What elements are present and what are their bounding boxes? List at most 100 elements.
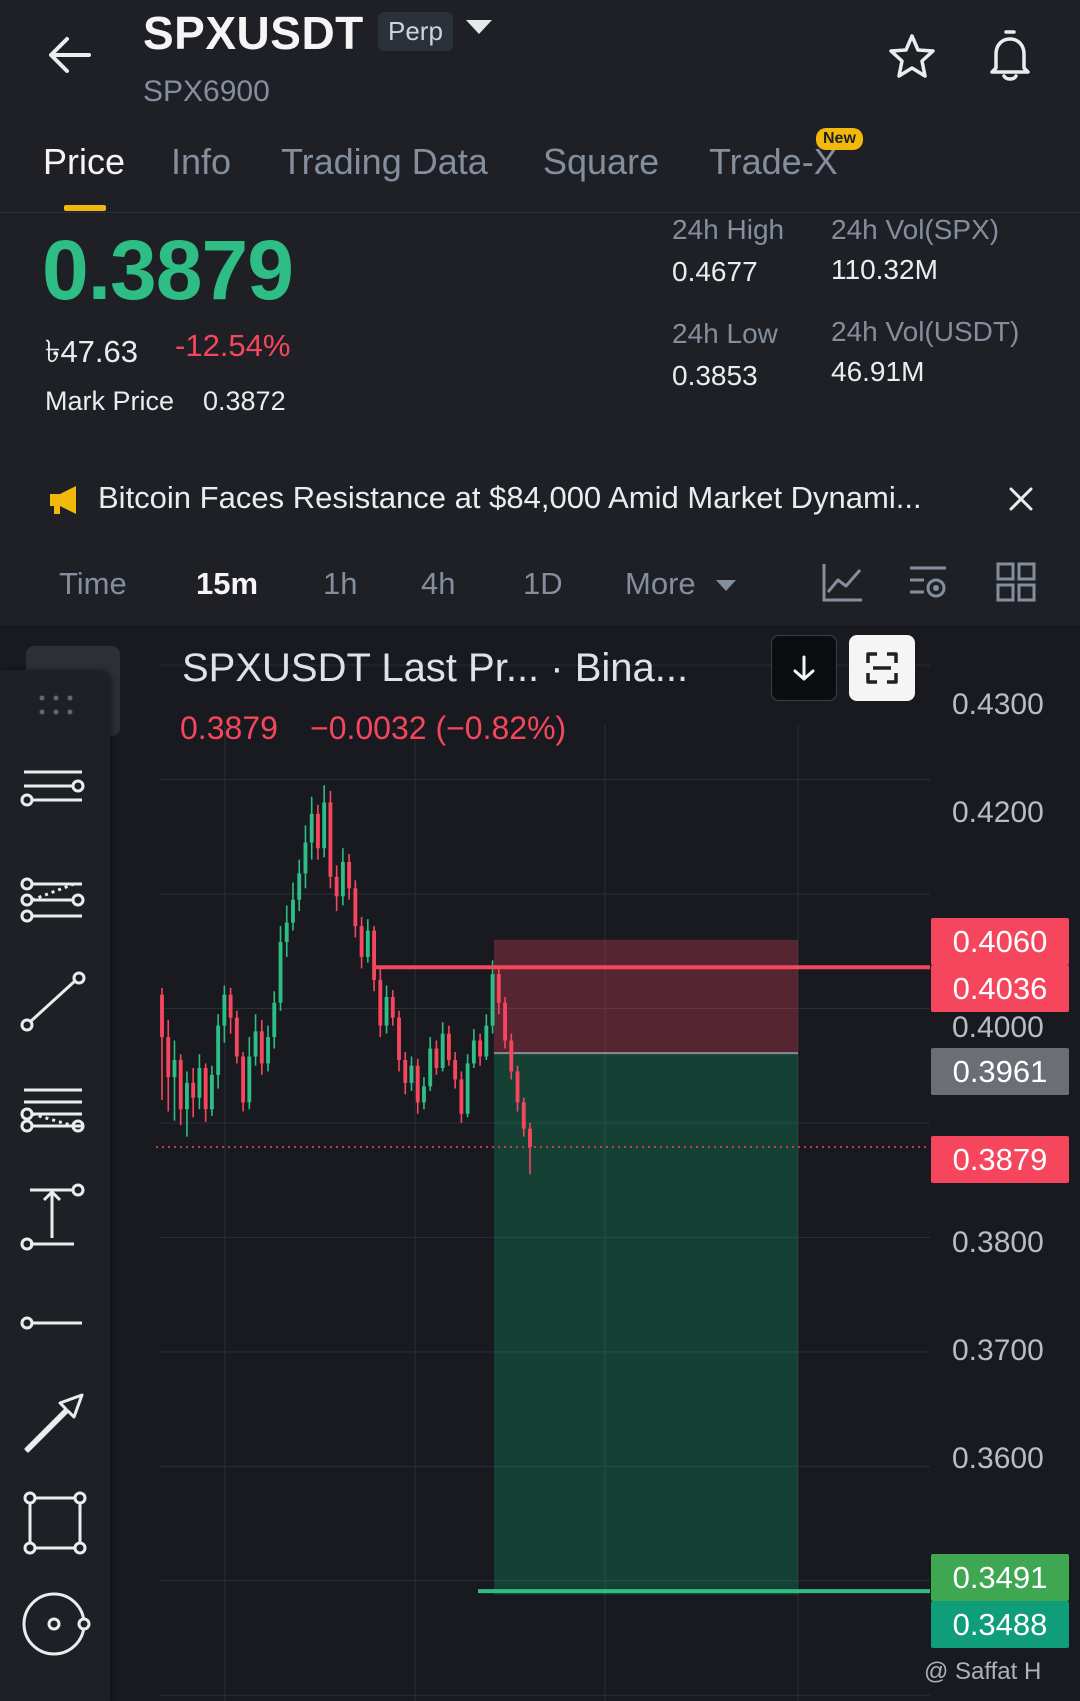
candle-body xyxy=(216,1025,221,1075)
symbol-title[interactable]: SPXUSDT xyxy=(143,6,364,60)
drag-handle-icon[interactable] xyxy=(36,690,76,720)
candle-body xyxy=(471,1040,476,1064)
interval-1h[interactable]: 1h xyxy=(323,566,357,602)
candle-body xyxy=(160,994,164,1038)
tab-price[interactable]: Price xyxy=(43,141,125,183)
horizontal-ray-tool-icon[interactable] xyxy=(18,760,92,834)
candle-body xyxy=(253,1031,258,1057)
bell-icon[interactable] xyxy=(982,28,1038,84)
candle-body xyxy=(284,922,289,943)
candle-body xyxy=(197,1067,202,1098)
high-label: 24h High xyxy=(672,214,785,245)
news-headline[interactable]: Bitcoin Faces Resistance at $84,000 Amid… xyxy=(98,480,922,516)
horizontal-line-tool-icon[interactable] xyxy=(18,1288,92,1362)
volume-base-label: 24h Vol(SPX) xyxy=(831,214,1000,245)
scroll-down-button[interactable] xyxy=(771,635,837,701)
candle-body xyxy=(503,1002,507,1041)
candlestick-chart[interactable] xyxy=(0,625,1080,1701)
candle-body xyxy=(309,813,314,843)
watermark: @ Saffat H xyxy=(924,1658,1042,1685)
candle-body xyxy=(297,873,302,900)
candle-body xyxy=(166,1037,171,1078)
candle-body xyxy=(340,861,345,897)
tab-square[interactable]: Square xyxy=(543,141,659,183)
candle-body xyxy=(521,1102,526,1129)
candle-body xyxy=(422,1086,426,1103)
news-ticker[interactable]: Bitcoin Faces Resistance at $84,000 Amid… xyxy=(0,470,1080,530)
candle-body xyxy=(397,1017,401,1060)
arrow-tool-icon[interactable] xyxy=(18,1385,92,1459)
arrow-down-icon xyxy=(793,655,815,681)
asset-name: SPX6900 xyxy=(143,75,270,108)
megaphone-icon xyxy=(48,484,84,516)
candle-body xyxy=(509,1040,514,1072)
price-chart[interactable]: SPXUSDT Last Pr... · Bina... 0.3879 −0.0… xyxy=(0,625,1080,1701)
rectangle-tool-icon[interactable] xyxy=(18,1486,92,1560)
axis-label: 0.3700 xyxy=(952,1334,1044,1367)
layout-grid-icon[interactable] xyxy=(994,560,1038,604)
candle-body xyxy=(528,1128,532,1147)
interval-more[interactable]: More xyxy=(625,566,696,602)
candle-body xyxy=(359,926,364,957)
indicator-chart-icon[interactable] xyxy=(820,560,864,604)
take-profit-tag[interactable]: 0.3488 xyxy=(931,1601,1069,1648)
volume-quote-label: 24h Vol(USDT) xyxy=(831,316,1020,347)
candle-body xyxy=(266,1037,270,1064)
stop-loss-tag[interactable]: 0.4060 xyxy=(931,918,1069,965)
interval-15m[interactable]: 15m xyxy=(196,566,258,602)
circle-tool-icon[interactable] xyxy=(18,1588,92,1662)
candle-body xyxy=(209,1074,214,1110)
target-line-tag[interactable]: 0.3491 xyxy=(931,1554,1069,1601)
interval-bar: Time 15m 1h 4h 1D More xyxy=(0,560,1080,630)
tab-info[interactable]: Info xyxy=(171,141,231,183)
chart-settings-icon[interactable] xyxy=(906,560,950,604)
active-tab-indicator xyxy=(64,205,106,211)
candle-body xyxy=(241,1056,246,1103)
volume-quote-value: 46.91M xyxy=(831,356,925,387)
candle-body xyxy=(428,1048,433,1087)
candle-body xyxy=(440,1033,445,1068)
price-range-tool-icon[interactable] xyxy=(18,1182,92,1256)
entry-price-tag[interactable]: 0.3961 xyxy=(931,1048,1069,1095)
candle-body xyxy=(272,1002,277,1038)
symbol-dropdown-icon[interactable] xyxy=(466,20,492,34)
candle-body xyxy=(347,861,352,889)
drawing-toolbar xyxy=(0,670,110,1701)
horizontal-line-tag[interactable]: 0.4036 xyxy=(931,965,1069,1012)
candle-body xyxy=(453,1059,458,1080)
parallel-channel-tool-icon[interactable] xyxy=(18,870,92,944)
high-value: 0.4677 xyxy=(672,256,758,287)
axis-label: 0.4300 xyxy=(952,688,1044,721)
candle-body xyxy=(403,1059,408,1083)
interval-time[interactable]: Time xyxy=(59,566,127,602)
candle-body xyxy=(328,802,333,877)
tab-trading-data[interactable]: Trading Data xyxy=(281,141,488,183)
candle-body xyxy=(415,1065,420,1103)
trend-line-tool-icon[interactable] xyxy=(18,970,92,1044)
candle-body xyxy=(490,974,495,1026)
candle-body xyxy=(185,1082,189,1110)
local-currency-price: ৳47.63 xyxy=(45,334,139,369)
last-price: 0.3879 xyxy=(42,223,294,317)
candle-body xyxy=(303,842,308,874)
candle-body xyxy=(446,1033,451,1060)
mark-price-label: Mark Price xyxy=(45,386,175,416)
more-dropdown-icon[interactable] xyxy=(716,580,736,591)
close-icon[interactable] xyxy=(1006,484,1036,514)
chart-last-price: 0.3879 xyxy=(180,710,278,746)
interval-4h[interactable]: 4h xyxy=(421,566,455,602)
fullscreen-button[interactable] xyxy=(849,635,915,701)
candle-body xyxy=(172,1059,177,1078)
volume-base-value: 110.32M xyxy=(831,254,938,285)
candle-body xyxy=(291,899,295,923)
contract-type-badge[interactable]: Perp xyxy=(378,12,453,51)
interval-1d[interactable]: 1D xyxy=(523,566,563,602)
chart-price-change: −0.0032 (−0.82%) xyxy=(310,710,567,746)
take-profit-zone xyxy=(494,1053,798,1595)
candle-body xyxy=(390,997,395,1018)
candle-body xyxy=(191,1082,196,1098)
favorite-star-icon[interactable] xyxy=(884,30,940,86)
fib-retracement-tool-icon[interactable] xyxy=(18,1078,92,1152)
header: SPXUSDT Perp SPX6900 xyxy=(0,0,1080,120)
back-arrow-icon[interactable] xyxy=(44,30,94,80)
